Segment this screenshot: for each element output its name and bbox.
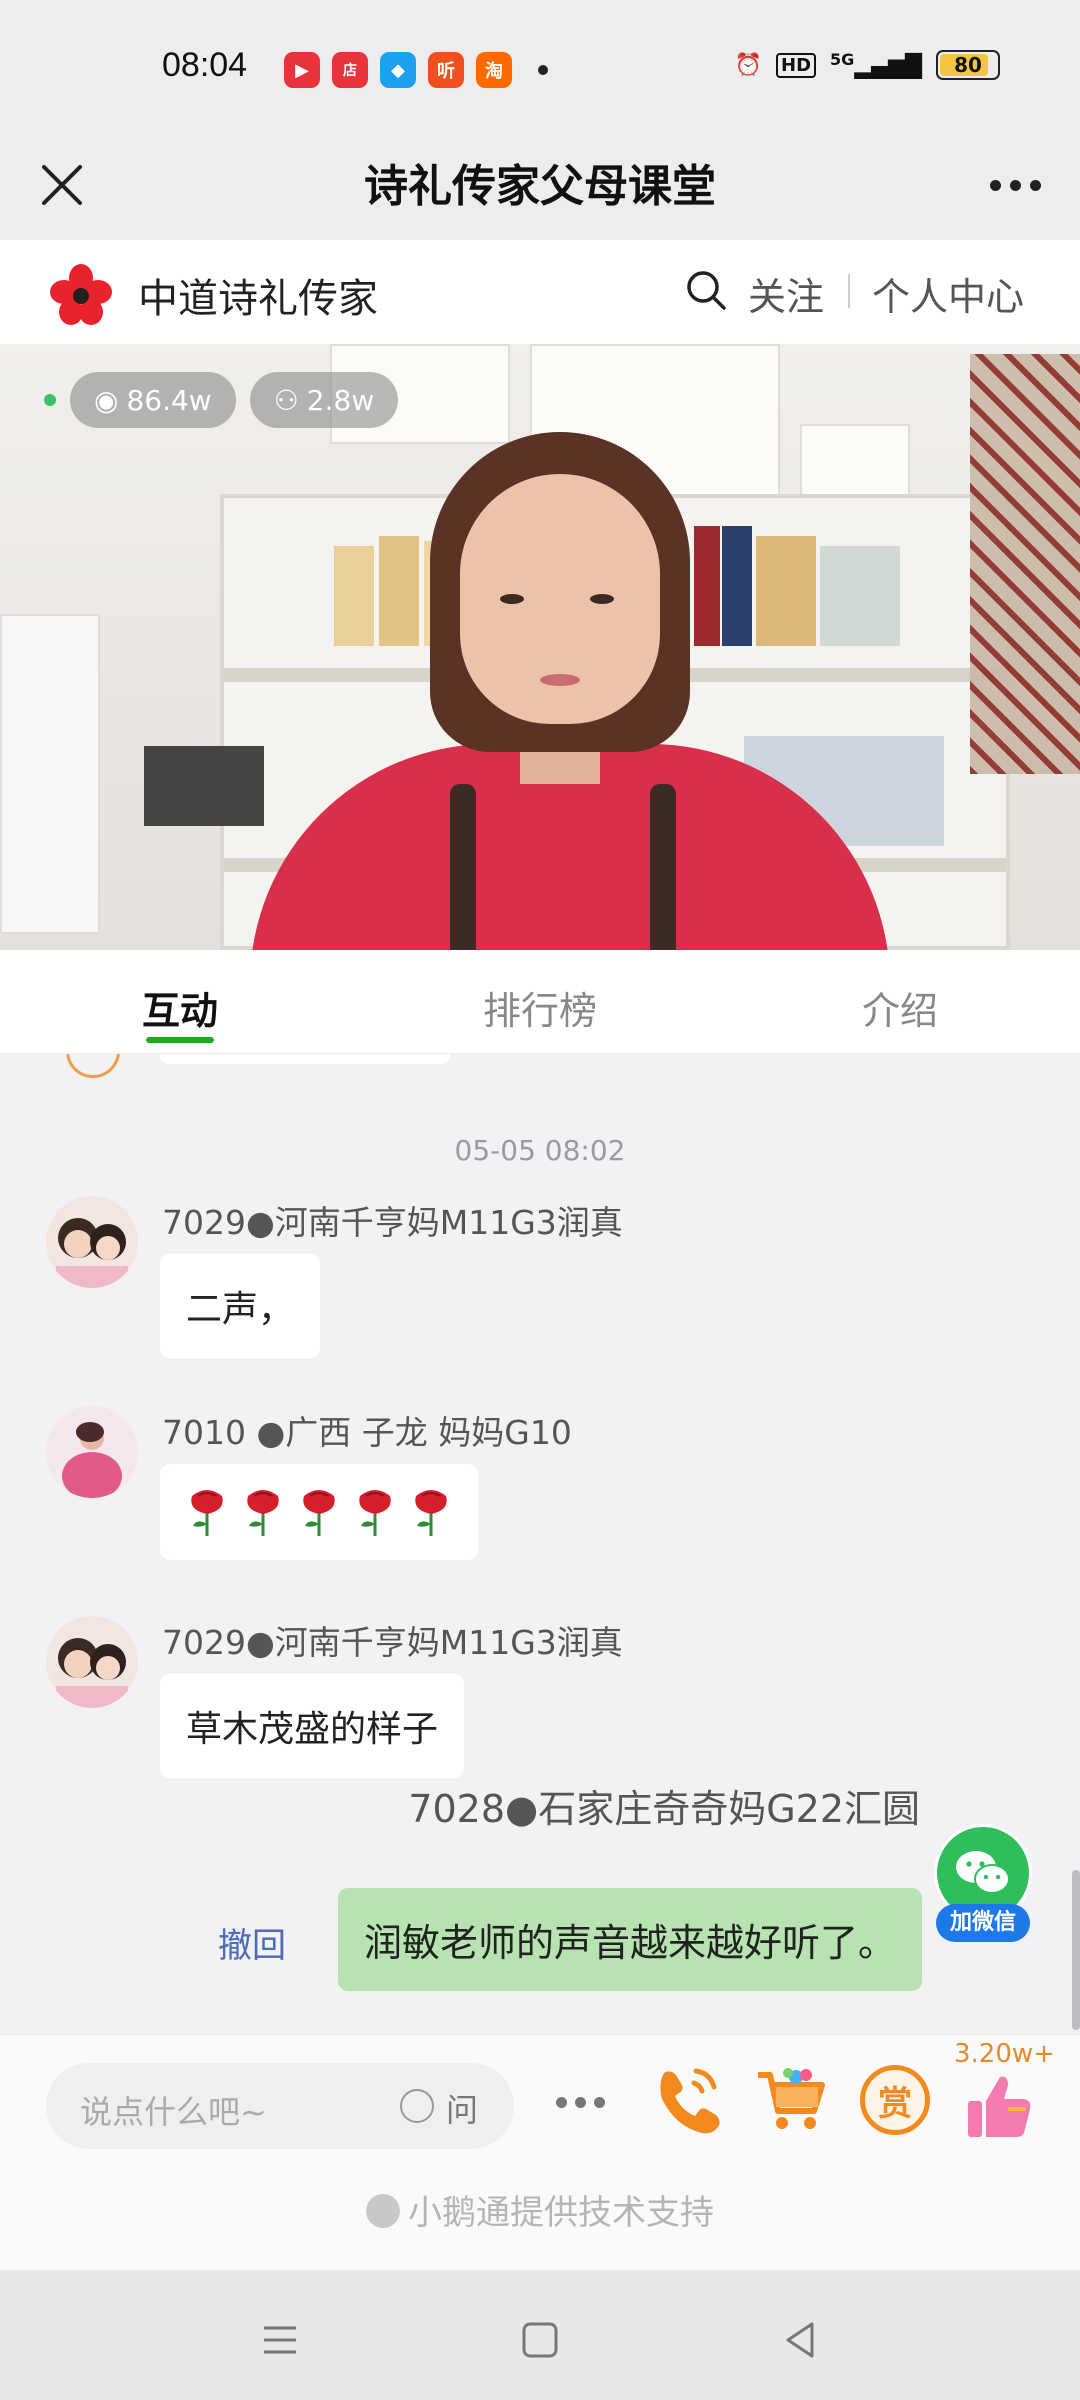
phone-call-icon[interactable] xyxy=(650,2061,726,2137)
xiaoetong-logo-icon xyxy=(366,2194,400,2228)
comment-input[interactable]: 说点什么吧~ 问 xyxy=(46,2063,514,2149)
message-nickname: 7010 ●广西 子龙 妈妈G10 xyxy=(162,1413,572,1452)
chat-list[interactable]: 05-05 08:02 7029●河南千亨妈M11G3润真 二声， 7010 ●… xyxy=(0,1054,1080,2034)
rose-icon xyxy=(415,1490,447,1536)
input-bar: 说点什么吧~ 问 赏 3.20w+ 小鹅通提供技术支持 xyxy=(0,2034,1080,2270)
presenter-mouth xyxy=(540,674,580,686)
wechat-logo-icon xyxy=(956,1851,1010,1894)
powered-by-text: 小鹅通提供技术支持 xyxy=(408,2193,714,2233)
signal-label: 5G xyxy=(830,50,855,70)
more-options-icon[interactable] xyxy=(980,165,1050,205)
avatar[interactable] xyxy=(46,1616,138,1708)
comment-input-placeholder: 说点什么吧~ xyxy=(80,2093,267,2131)
live-stats: ◉ 86.4w ⚇ 2.8w xyxy=(44,372,399,428)
video-app-icon: ▶ xyxy=(284,52,320,88)
follow-button[interactable]: 关注 xyxy=(748,266,824,321)
add-wechat-button[interactable]: 加微信 xyxy=(936,1904,1030,1942)
signal-icon: 5G▂▄▆█ xyxy=(830,50,922,80)
search-icon[interactable] xyxy=(684,268,728,312)
more-notifications-icon xyxy=(538,65,548,75)
home-icon[interactable] xyxy=(510,2310,570,2370)
notification-icons: ▶ 店 ◆ 听 淘 xyxy=(284,52,548,88)
channel-bar: 中道诗礼传家 关注 个人中心 xyxy=(0,240,1080,344)
my-message-bubble: 润敏老师的声音越来越好听了。 xyxy=(337,1888,922,1991)
presenter-eye xyxy=(590,594,614,604)
divider xyxy=(848,274,850,308)
message-bubble xyxy=(160,1464,478,1560)
message-bubble: 二声， xyxy=(160,1254,321,1358)
alarm-icon: ⏰ xyxy=(734,52,763,78)
presenter-face xyxy=(460,474,660,724)
heat-count: 86.4w xyxy=(126,383,212,417)
system-nav-bar xyxy=(0,2270,1080,2400)
message-nickname: 7029●河南千亨妈M11G3润真 xyxy=(162,1203,623,1242)
ask-label: 问 xyxy=(446,2091,479,2129)
viewers-badge: ⚇ 2.8w xyxy=(249,372,399,428)
title-bar: 诗礼传家父母课堂 xyxy=(0,130,1080,240)
viewer-count: 2.8w xyxy=(306,383,375,417)
message-nickname: 7029●河南千亨妈M11G3润真 xyxy=(162,1623,623,1662)
rose-icon xyxy=(247,1490,279,1536)
channel-name[interactable]: 中道诗礼传家 xyxy=(138,266,378,324)
tab-interaction[interactable]: 互动 xyxy=(0,950,360,1053)
status-time: 08:04 xyxy=(162,46,248,84)
tab-bar: 互动 排行榜 介绍 xyxy=(0,950,1080,1054)
more-actions-icon[interactable] xyxy=(556,2097,605,2108)
my-nickname: 7028●石家庄奇奇妈G22汇圆 xyxy=(408,1787,920,1831)
live-indicator xyxy=(44,394,56,406)
menu-icon[interactable] xyxy=(250,2310,310,2370)
rose-icon xyxy=(191,1490,223,1536)
qq-icon: ◆ xyxy=(380,52,416,88)
powered-by: 小鹅通提供技术支持 xyxy=(0,2185,1080,2234)
message-bubble: 草木茂盛的样子 xyxy=(160,1674,465,1778)
reward-label: 赏 xyxy=(878,2083,912,2124)
shop-app-icon: 店 xyxy=(332,52,368,88)
heat-badge: ◉ 86.4w xyxy=(70,372,236,428)
taobao-icon: 淘 xyxy=(476,52,512,88)
chat-scrollbar[interactable] xyxy=(1072,1870,1080,2030)
ask-toggle[interactable] xyxy=(400,2089,434,2123)
fire-icon: ◉ xyxy=(94,383,119,417)
chat-timestamp: 05-05 08:02 xyxy=(454,1134,626,1167)
like-count: 3.20w+ xyxy=(954,2039,1055,2069)
avatar[interactable] xyxy=(66,1054,120,1078)
system-icons: ⏰ HD 5G▂▄▆█ 80 xyxy=(735,50,1000,80)
tab-ranking[interactable]: 排行榜 xyxy=(360,950,720,1053)
battery-level: 80 xyxy=(954,53,982,77)
back-icon[interactable] xyxy=(770,2310,830,2370)
avatar[interactable] xyxy=(46,1196,138,1288)
decorative-lattice xyxy=(970,354,1080,774)
page-title: 诗礼传家父母课堂 xyxy=(364,161,716,212)
hd-icon: HD xyxy=(776,52,817,78)
presenter-eye xyxy=(500,594,524,604)
rose-icon xyxy=(359,1490,391,1536)
reward-button[interactable]: 赏 xyxy=(860,2065,930,2135)
battery-icon: 80 xyxy=(936,50,1000,80)
users-icon: ⚇ xyxy=(273,383,299,417)
channel-logo[interactable] xyxy=(48,262,114,328)
personal-center-button[interactable]: 个人中心 xyxy=(872,266,1024,321)
close-icon[interactable] xyxy=(30,153,94,217)
shopping-cart-icon[interactable] xyxy=(752,2061,828,2137)
rose-icon xyxy=(303,1490,335,1536)
avatar[interactable] xyxy=(46,1406,138,1498)
rose-emoji-row xyxy=(186,1486,452,1538)
status-bar: 08:04 ▶ 店 ◆ 听 淘 ⏰ HD 5G▂▄▆█ 80 xyxy=(0,0,1080,130)
recall-button[interactable]: 撤回 xyxy=(218,1918,286,1967)
listen-app-icon: 听 xyxy=(428,52,464,88)
like-icon[interactable] xyxy=(962,2069,1038,2145)
message-bubble xyxy=(160,1054,450,1064)
water-cooler xyxy=(0,614,100,934)
tab-introduction[interactable]: 介绍 xyxy=(720,950,1080,1053)
live-video-player[interactable]: ◉ 86.4w ⚇ 2.8w xyxy=(0,344,1080,950)
